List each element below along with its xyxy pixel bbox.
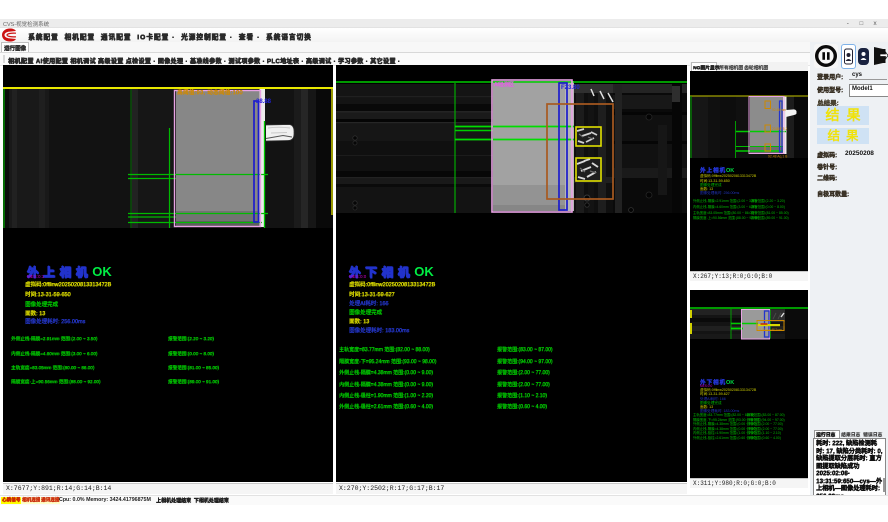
svg-text:92.48 Aq.1 B: 92.48 Aq.1 B: [768, 155, 788, 159]
svg-text:92.48 mm: 92.48 mm: [772, 108, 787, 112]
svg-text:23.88 mq.48 5mm: 23.88 mq.48 5mm: [758, 328, 783, 332]
svg-text:23.88F 5.2: 23.88F 5.2: [772, 127, 787, 131]
